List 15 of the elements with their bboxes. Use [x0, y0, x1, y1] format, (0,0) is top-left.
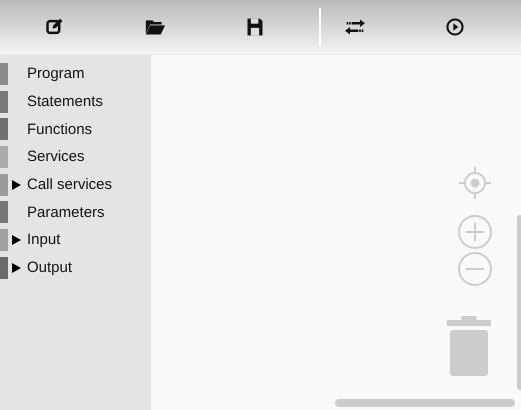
- category-item[interactable]: Program: [27, 65, 85, 82]
- collapsed-triangle-icon[interactable]: [11, 262, 21, 273]
- play-circle-icon[interactable]: [445, 17, 465, 37]
- new-document-icon[interactable]: [45, 17, 65, 37]
- category-item[interactable]: Functions: [27, 120, 92, 138]
- category-item[interactable]: Parameters: [27, 204, 105, 221]
- category-item[interactable]: Output: [27, 259, 72, 276]
- collapsed-triangle-icon[interactable]: [11, 180, 21, 190]
- category-item[interactable]: Call services: [27, 176, 112, 194]
- category-item[interactable]: Statements: [27, 93, 103, 110]
- swap-arrows-icon[interactable]: [345, 17, 365, 37]
- category-item[interactable]: Services: [27, 148, 85, 166]
- category-item[interactable]: Input: [27, 231, 60, 248]
- horizontal-scrollbar[interactable]: [335, 399, 515, 407]
- collapsed-triangle-icon[interactable]: [11, 234, 21, 245]
